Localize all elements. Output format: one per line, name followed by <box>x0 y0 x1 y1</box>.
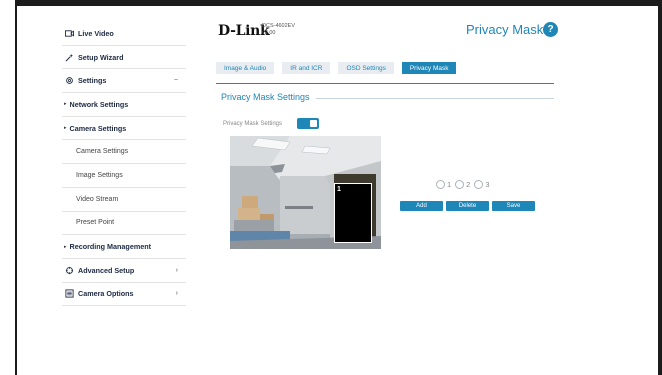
mask-option-3[interactable]: 3 <box>474 180 490 189</box>
caret-right-icon: ▸ <box>64 125 67 132</box>
mask-option-1[interactable]: 1 <box>436 180 451 189</box>
firmware-version: v2.00 <box>262 30 276 36</box>
sidebar-item-label: Live Video <box>78 28 114 38</box>
privacy-mask-toggle-label: Privacy Mask Settings <box>223 121 283 127</box>
advanced-gear-icon <box>64 266 74 275</box>
settings-tabs: Image & Audio IR and ICR OSD Settings Pr… <box>216 62 457 74</box>
wand-icon <box>64 53 74 62</box>
sidebar-item-label: Camera Settings <box>69 123 127 133</box>
sidebar-item-image-settings[interactable]: Image Settings <box>62 164 186 188</box>
camera-preview[interactable]: 1 <box>230 136 381 249</box>
radio-label: 1 <box>447 180 452 189</box>
sidebar-nav: Live Video Setup Wizard Settings − ▸ Net… <box>62 22 186 307</box>
sidebar-item-label: Advanced Setup <box>78 265 135 275</box>
section-title: Privacy Mask Settings <box>221 92 310 102</box>
collapse-icon[interactable]: − <box>174 77 178 84</box>
caret-right-icon: ▸ <box>64 243 67 250</box>
sidebar-item-video-stream[interactable]: Video Stream <box>62 188 186 212</box>
mask-region-selector: 1 2 3 <box>436 180 492 189</box>
toggle-knob <box>310 120 317 127</box>
sidebar-item-label: Camera Settings <box>76 148 129 156</box>
sidebar-item-advanced-setup[interactable]: Advanced Setup › <box>62 259 186 283</box>
sidebar-item-recording-management[interactable]: ▸ Recording Management <box>62 235 186 259</box>
sidebar-item-camera-settings[interactable]: Camera Settings <box>62 140 186 165</box>
sidebar-item-camera-options[interactable]: Camera Options › <box>62 283 186 307</box>
gear-icon <box>64 76 74 85</box>
sidebar-item-label: Image Settings <box>76 171 123 179</box>
radio-label: 3 <box>485 180 490 189</box>
delete-button[interactable]: Delete <box>446 201 489 211</box>
add-button[interactable]: Add <box>400 201 443 211</box>
camera-options-icon <box>64 289 74 298</box>
window-right-border <box>658 0 662 375</box>
save-button[interactable]: Save <box>492 201 535 211</box>
radio-icon[interactable] <box>474 180 484 189</box>
radio-icon[interactable] <box>436 180 445 189</box>
sidebar-item-preset-point[interactable]: Preset Point <box>62 212 186 236</box>
radio-label: 2 <box>466 180 471 189</box>
chevron-right-icon: › <box>175 290 178 298</box>
tab-osd-settings[interactable]: OSD Settings <box>338 62 394 74</box>
sidebar-item-label: Video Stream <box>76 195 119 203</box>
caret-right-icon: ▸ <box>64 101 67 108</box>
sidebar-item-setup-wizard[interactable]: Setup Wizard <box>62 46 186 70</box>
mask-option-2[interactable]: 2 <box>455 180 470 189</box>
sidebar-item-label: Preset Point <box>76 219 115 227</box>
chevron-right-icon: › <box>175 266 178 274</box>
page-title: Privacy Mask <box>466 22 544 37</box>
tab-ir-icr[interactable]: IR and ICR <box>282 62 331 74</box>
sidebar-item-network-settings[interactable]: ▸ Network Settings <box>62 93 186 117</box>
radio-icon[interactable] <box>455 180 465 189</box>
section-divider <box>316 98 554 99</box>
window-left-border <box>0 0 17 375</box>
mask-region-label: 1 <box>337 186 341 193</box>
video-icon <box>64 29 74 38</box>
sidebar-item-label: Recording Management <box>69 242 151 252</box>
sidebar-item-live-video[interactable]: Live Video <box>62 22 186 46</box>
sidebar-item-label: Settings <box>78 76 107 86</box>
sidebar-item-label: Network Settings <box>69 99 129 109</box>
sidebar-item-camera-settings-group[interactable]: ▸ Camera Settings <box>62 117 186 141</box>
device-model: DCS-4602EV v2.00 <box>262 23 295 37</box>
window-top-border <box>0 0 662 6</box>
sidebar-item-label: Setup Wizard <box>78 52 124 62</box>
tab-image-audio[interactable]: Image & Audio <box>216 62 275 74</box>
sidebar-item-settings[interactable]: Settings − <box>62 69 186 94</box>
tab-privacy-mask[interactable]: Privacy Mask <box>401 62 457 74</box>
help-icon[interactable]: ? <box>543 22 558 37</box>
tabs-divider <box>216 83 554 84</box>
privacy-mask-toggle[interactable] <box>297 118 319 129</box>
model-name: DCS-4602EV <box>262 23 296 29</box>
sidebar-item-label: Camera Options <box>78 289 134 299</box>
privacy-mask-region[interactable]: 1 <box>334 183 372 243</box>
